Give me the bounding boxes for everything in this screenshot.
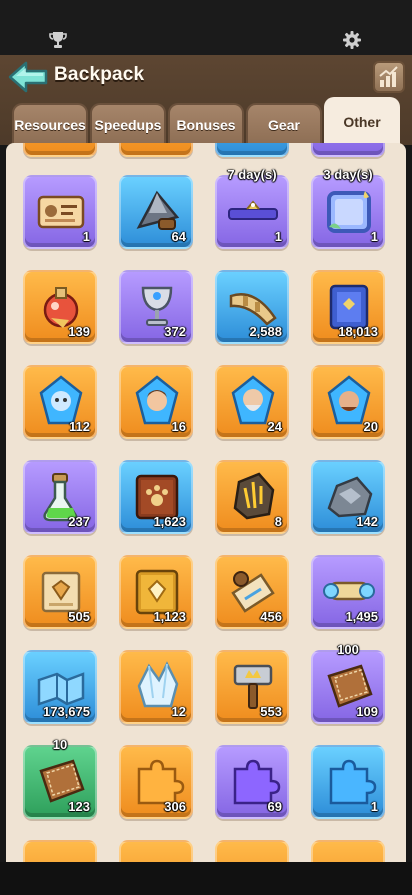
- avatar-frame-icon: [327, 191, 371, 233]
- item-count: 237: [68, 514, 90, 529]
- inventory-item[interactable]: 456: [215, 555, 289, 629]
- item-count: 553: [260, 704, 282, 719]
- item-top-label: 7 day(s): [227, 167, 277, 182]
- item-count: 1: [370, 229, 378, 244]
- item-count: 1,623: [153, 514, 186, 529]
- item-count: 12: [171, 704, 186, 719]
- id-card-icon: [37, 195, 85, 229]
- inventory-item[interactable]: 12: [119, 650, 193, 724]
- partial-item[interactable]: [119, 840, 193, 863]
- inventory-item[interactable]: 8: [215, 460, 289, 534]
- partial-item[interactable]: [215, 840, 289, 863]
- item-count: 372: [164, 324, 186, 339]
- inventory-item[interactable]: 553: [215, 650, 289, 724]
- inventory-item[interactable]: 1: [311, 745, 385, 819]
- gold-ore-icon: [233, 472, 275, 520]
- inventory-item[interactable]: 3 day(s) 1: [311, 167, 385, 249]
- blue-puzzle-icon: [329, 759, 377, 805]
- tab-other[interactable]: Other: [324, 97, 400, 145]
- item-count: 109: [356, 704, 378, 719]
- item-count: 173,675: [43, 704, 90, 719]
- item-count: 123: [68, 799, 90, 814]
- inventory-item[interactable]: 16: [119, 365, 193, 439]
- nameplate-icon: [228, 200, 278, 220]
- item-top-label: 3 day(s): [323, 167, 373, 182]
- inventory-item[interactable]: 24: [215, 365, 289, 439]
- inventory-item[interactable]: 112: [23, 365, 97, 439]
- inventory-item[interactable]: 142: [311, 460, 385, 534]
- item-count: 1: [370, 799, 378, 814]
- item-count: 16: [171, 419, 186, 434]
- partial-item[interactable]: [23, 143, 97, 157]
- item-count: 112: [69, 419, 90, 434]
- item-count: 8: [274, 514, 282, 529]
- trophy-icon[interactable]: [48, 30, 68, 50]
- item-count: 139: [68, 324, 90, 339]
- item-count: 20: [363, 419, 378, 434]
- item-count: 1: [274, 229, 282, 244]
- partial-item[interactable]: [311, 143, 385, 157]
- inventory-item[interactable]: 100 109: [311, 642, 385, 724]
- screen: Backpack Resources Speedups Bonuses Gear…: [0, 0, 412, 895]
- inventory-item[interactable]: 20: [311, 365, 385, 439]
- partial-item[interactable]: [311, 840, 385, 863]
- settings-gear-icon[interactable]: [342, 30, 362, 50]
- item-count: 1: [82, 229, 90, 244]
- item-count: 2,588: [249, 324, 282, 339]
- item-count: 69: [267, 799, 282, 814]
- page-title: Backpack: [54, 64, 145, 85]
- tab-gear[interactable]: Gear: [246, 103, 322, 145]
- bottom-bar: [0, 862, 412, 895]
- tab-bonuses[interactable]: Bonuses: [168, 103, 244, 145]
- inventory-item[interactable]: 237: [23, 460, 97, 534]
- inventory-item[interactable]: 372: [119, 270, 193, 344]
- inventory-item[interactable]: 2,588: [215, 270, 289, 344]
- item-grid-panel[interactable]: 1 64 7 day(s) 1 3 day(s) 1 139 372 2,588 18,013 11…: [6, 143, 406, 863]
- item-count: 456: [260, 609, 282, 624]
- inventory-item[interactable]: 1,123: [119, 555, 193, 629]
- back-arrow-icon[interactable]: [8, 60, 50, 94]
- stats-button[interactable]: [373, 61, 405, 93]
- tab-resources[interactable]: Resources: [12, 103, 88, 145]
- item-top-label: 100: [337, 642, 359, 657]
- inventory-item[interactable]: 18,013: [311, 270, 385, 344]
- item-count: 64: [171, 229, 186, 244]
- item-count: 1,495: [345, 609, 378, 624]
- inventory-item[interactable]: 69: [215, 745, 289, 819]
- inventory-item[interactable]: 10 123: [23, 737, 97, 819]
- inventory-item[interactable]: 505: [23, 555, 97, 629]
- partial-item[interactable]: [23, 840, 97, 863]
- inventory-item[interactable]: 1: [23, 175, 97, 249]
- partial-item[interactable]: [119, 143, 193, 157]
- inventory-item[interactable]: 7 day(s) 1: [215, 167, 289, 249]
- inventory-item[interactable]: 1,495: [311, 555, 385, 629]
- item-count: 505: [68, 609, 90, 624]
- bar-chart-icon: [379, 66, 398, 87]
- tab-speedups[interactable]: Speedups: [90, 103, 166, 145]
- inventory-item[interactable]: 64: [119, 175, 193, 249]
- partial-item[interactable]: [215, 143, 289, 157]
- item-count: 18,013: [338, 324, 378, 339]
- item-count: 24: [267, 419, 282, 434]
- item-top-label: 10: [52, 737, 68, 752]
- inventory-item[interactable]: 306: [119, 745, 193, 819]
- inventory-item[interactable]: 1,623: [119, 460, 193, 534]
- item-count: 1,123: [153, 609, 186, 624]
- inventory-item[interactable]: 173,675: [23, 650, 97, 724]
- item-count: 306: [164, 799, 186, 814]
- item-count: 142: [356, 514, 378, 529]
- top-status-bar: [0, 0, 412, 55]
- inventory-item[interactable]: 139: [23, 270, 97, 344]
